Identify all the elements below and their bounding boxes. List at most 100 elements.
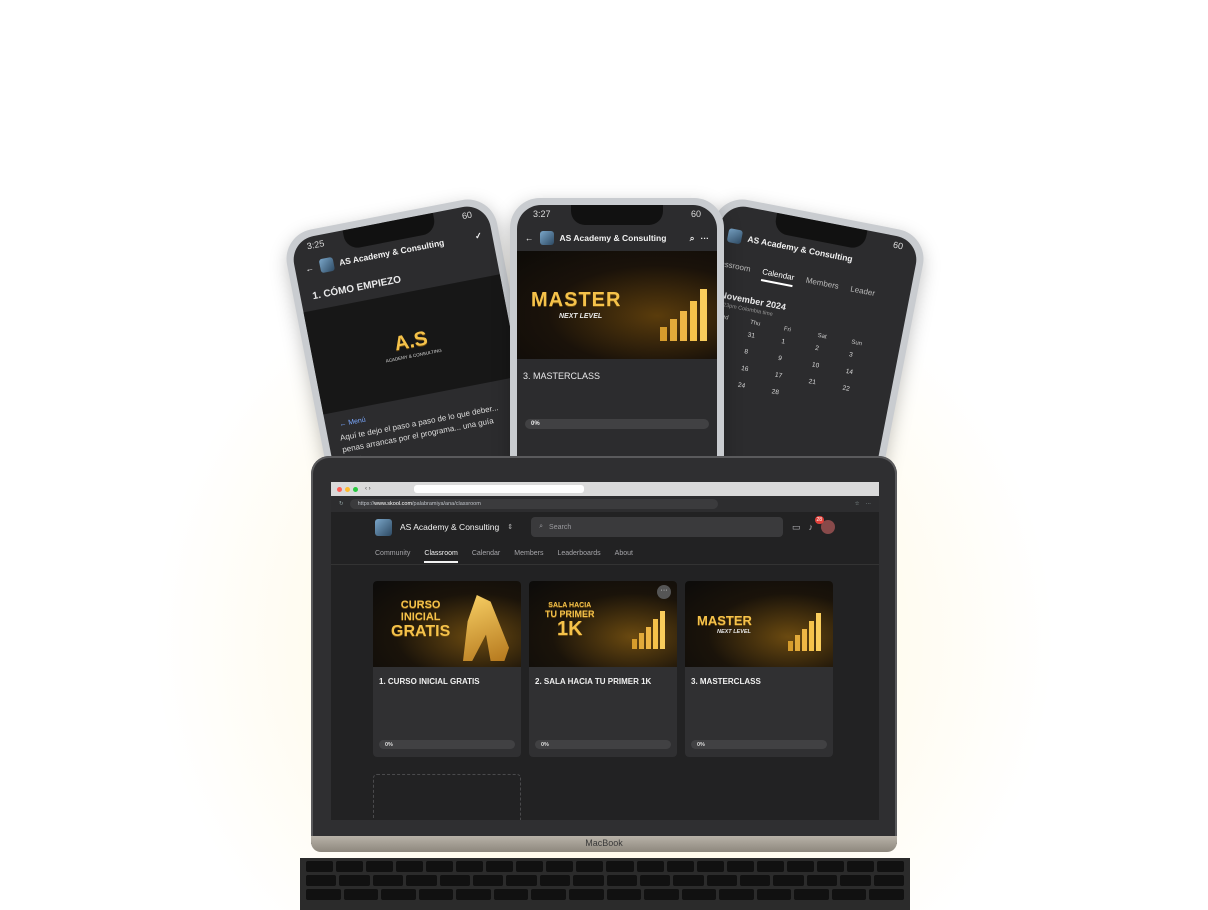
community-logo-icon bbox=[726, 228, 744, 245]
search-placeholder: Search bbox=[549, 523, 572, 531]
reload-icon[interactable]: ↻ bbox=[339, 501, 344, 507]
tab-members[interactable]: Members bbox=[514, 550, 543, 557]
search-input[interactable]: ⌕ Search bbox=[531, 517, 784, 537]
calendar-day[interactable]: 16 bbox=[741, 365, 776, 378]
gold-chart-icon bbox=[660, 289, 707, 341]
calendar-day[interactable]: 1 bbox=[781, 338, 816, 351]
chat-icon[interactable]: ▭ bbox=[792, 522, 801, 533]
tab-members[interactable]: Members bbox=[804, 276, 839, 296]
calendar-day[interactable]: 2 bbox=[815, 345, 850, 358]
community-name[interactable]: AS Academy & Consulting bbox=[400, 522, 499, 532]
thumbnail-text-line: CURSO bbox=[400, 599, 441, 611]
calendar-weekday: Thu bbox=[749, 319, 761, 328]
browser-tab-bar: ‹ › bbox=[331, 482, 879, 496]
banner-subtitle: NEXT LEVEL bbox=[559, 313, 603, 320]
course-grid: CURSO INICIAL GRATIS 1. CURSO INICIAL GR… bbox=[331, 565, 879, 757]
course-card[interactable]: CURSO INICIAL GRATIS 1. CURSO INICIAL GR… bbox=[373, 581, 521, 757]
close-window-icon[interactable] bbox=[337, 486, 342, 492]
course-title: 2. SALA HACIA TU PRIMER 1K bbox=[535, 677, 652, 686]
course-progress-bar: 0% bbox=[691, 740, 827, 749]
calendar-day[interactable]: 10 bbox=[811, 361, 846, 374]
course-thumbnail: SALA HACIA TU PRIMER 1K ··· bbox=[529, 581, 677, 667]
phone-notch bbox=[571, 205, 663, 225]
calendar-day[interactable]: 31 bbox=[747, 332, 782, 345]
calendar-day[interactable]: 22 bbox=[842, 385, 877, 398]
more-options-icon[interactable]: ··· bbox=[657, 585, 671, 599]
calendar-weekday: Fri bbox=[783, 326, 792, 334]
phone-center-screen: 3:27 60 ← AS Academy & Consulting ⌕ ··· M… bbox=[517, 205, 717, 491]
favorite-star-icon[interactable]: ☆ bbox=[855, 501, 860, 507]
tab-community[interactable]: Community bbox=[375, 550, 410, 557]
laptop-screen: ‹ › ↻ https://www.skool.com/palabramiya/… bbox=[331, 482, 879, 820]
banner-title: MASTER bbox=[531, 289, 622, 311]
back-arrow-icon[interactable]: ← bbox=[525, 233, 534, 243]
more-icon[interactable]: ··· bbox=[701, 233, 710, 243]
thumbnail-text-line: MASTER bbox=[697, 613, 752, 628]
course-progress-bar: 0% bbox=[379, 740, 515, 749]
course-progress-label: 0% bbox=[531, 421, 540, 427]
calendar-day[interactable]: 24 bbox=[737, 382, 772, 395]
url-path: /palabramiya/ana/classroom bbox=[412, 501, 481, 507]
skool-header: AS Academy & Consulting ⇕ ⌕ Search ▭ ♪ 28 bbox=[331, 512, 879, 542]
community-logo-icon[interactable] bbox=[375, 518, 392, 536]
laptop-brand: MacBook bbox=[585, 838, 623, 848]
calendar-day[interactable]: 21 bbox=[808, 378, 843, 391]
gold-chart-icon bbox=[632, 611, 665, 649]
url-prefix: https:// bbox=[357, 501, 375, 507]
course-card[interactable]: MASTER NEXT LEVEL 3. MASTERCLASS 0% bbox=[685, 581, 833, 757]
tab-calendar[interactable]: Calendar bbox=[472, 550, 500, 557]
course-title: 1. CURSO INICIAL GRATIS bbox=[379, 677, 480, 686]
calendar-day[interactable]: 3 bbox=[848, 351, 883, 364]
browser-address-bar: ↻ https://www.skool.com/palabramiya/ana/… bbox=[331, 496, 879, 512]
community-name: AS Academy & Consulting bbox=[559, 233, 667, 243]
course-thumbnail: CURSO INICIAL GRATIS bbox=[373, 581, 521, 667]
tab-calendar[interactable]: Calendar bbox=[760, 267, 796, 288]
status-time: 3:27 bbox=[533, 209, 551, 219]
tab-about[interactable]: About bbox=[615, 550, 633, 557]
nav-arrows-icon[interactable]: ‹ › bbox=[365, 486, 371, 492]
tab-leaderboards[interactable]: Leader bbox=[849, 284, 876, 302]
thumbnail-text-line: INICIAL bbox=[400, 611, 441, 623]
browser-menu-icon[interactable]: ··· bbox=[866, 501, 872, 507]
back-arrow-icon[interactable]: ← bbox=[304, 263, 314, 274]
add-course-placeholder[interactable] bbox=[373, 774, 521, 820]
tab-classroom[interactable]: Classroom bbox=[424, 550, 458, 563]
thumbnail-text-line: 1K bbox=[556, 618, 583, 640]
course-progress-label: 0% bbox=[385, 741, 393, 748]
calendar-days: 303112378910141516172122232428 bbox=[704, 325, 884, 415]
community-logo-icon bbox=[318, 256, 335, 274]
search-icon[interactable]: ⌕ bbox=[690, 233, 695, 244]
url-field[interactable]: https://www.skool.com/palabramiya/ana/cl… bbox=[349, 499, 718, 509]
calendar-weekday: Sun bbox=[850, 339, 863, 348]
switch-community-chevron-icon[interactable]: ⇕ bbox=[507, 523, 513, 531]
maximize-window-icon[interactable] bbox=[353, 486, 358, 492]
calendar-day[interactable]: 14 bbox=[845, 368, 880, 381]
search-icon: ⌕ bbox=[539, 523, 544, 530]
browser-tab[interactable] bbox=[413, 485, 584, 493]
tab-leaderboards[interactable]: Leaderboards bbox=[557, 550, 600, 557]
notification-badge: 28 bbox=[814, 516, 825, 524]
notifications-bell-icon[interactable]: ♪ 28 bbox=[809, 516, 825, 532]
course-card[interactable]: SALA HACIA TU PRIMER 1K ··· 2. SALA HACI… bbox=[529, 581, 677, 757]
check-circle-icon[interactable]: ✓ bbox=[474, 229, 483, 241]
course-thumbnail: MASTER NEXT LEVEL bbox=[685, 581, 833, 667]
course-title: 3. MASTERCLASS bbox=[691, 677, 761, 686]
course-progress-bar: 0% bbox=[535, 740, 671, 749]
calendar-day[interactable]: 17 bbox=[774, 371, 809, 384]
gold-chart-icon bbox=[788, 613, 821, 651]
course-progress-bar: 0% bbox=[525, 419, 709, 429]
thumbnail-text-line: GRATIS bbox=[391, 623, 451, 640]
course-banner[interactable]: MASTER NEXT LEVEL bbox=[517, 251, 717, 359]
url-domain: www.skool.com bbox=[374, 501, 413, 507]
calendar-day[interactable]: 8 bbox=[744, 348, 779, 361]
course-progress-label: 0% bbox=[697, 741, 705, 748]
calendar-day[interactable]: 9 bbox=[778, 355, 813, 368]
minimize-window-icon[interactable] bbox=[345, 486, 350, 492]
calendar-day[interactable]: 28 bbox=[771, 388, 806, 401]
app-header: ← AS Academy & Consulting ⌕ ··· bbox=[517, 225, 717, 251]
phone-center: 3:27 60 ← AS Academy & Consulting ⌕ ··· M… bbox=[510, 198, 724, 498]
course-progress-label: 0% bbox=[541, 741, 549, 748]
thumbnail-text-line: NEXT LEVEL bbox=[717, 629, 751, 635]
community-tabs: Community Classroom Calendar Members Lea… bbox=[331, 542, 879, 565]
status-battery: 60 bbox=[690, 209, 701, 219]
